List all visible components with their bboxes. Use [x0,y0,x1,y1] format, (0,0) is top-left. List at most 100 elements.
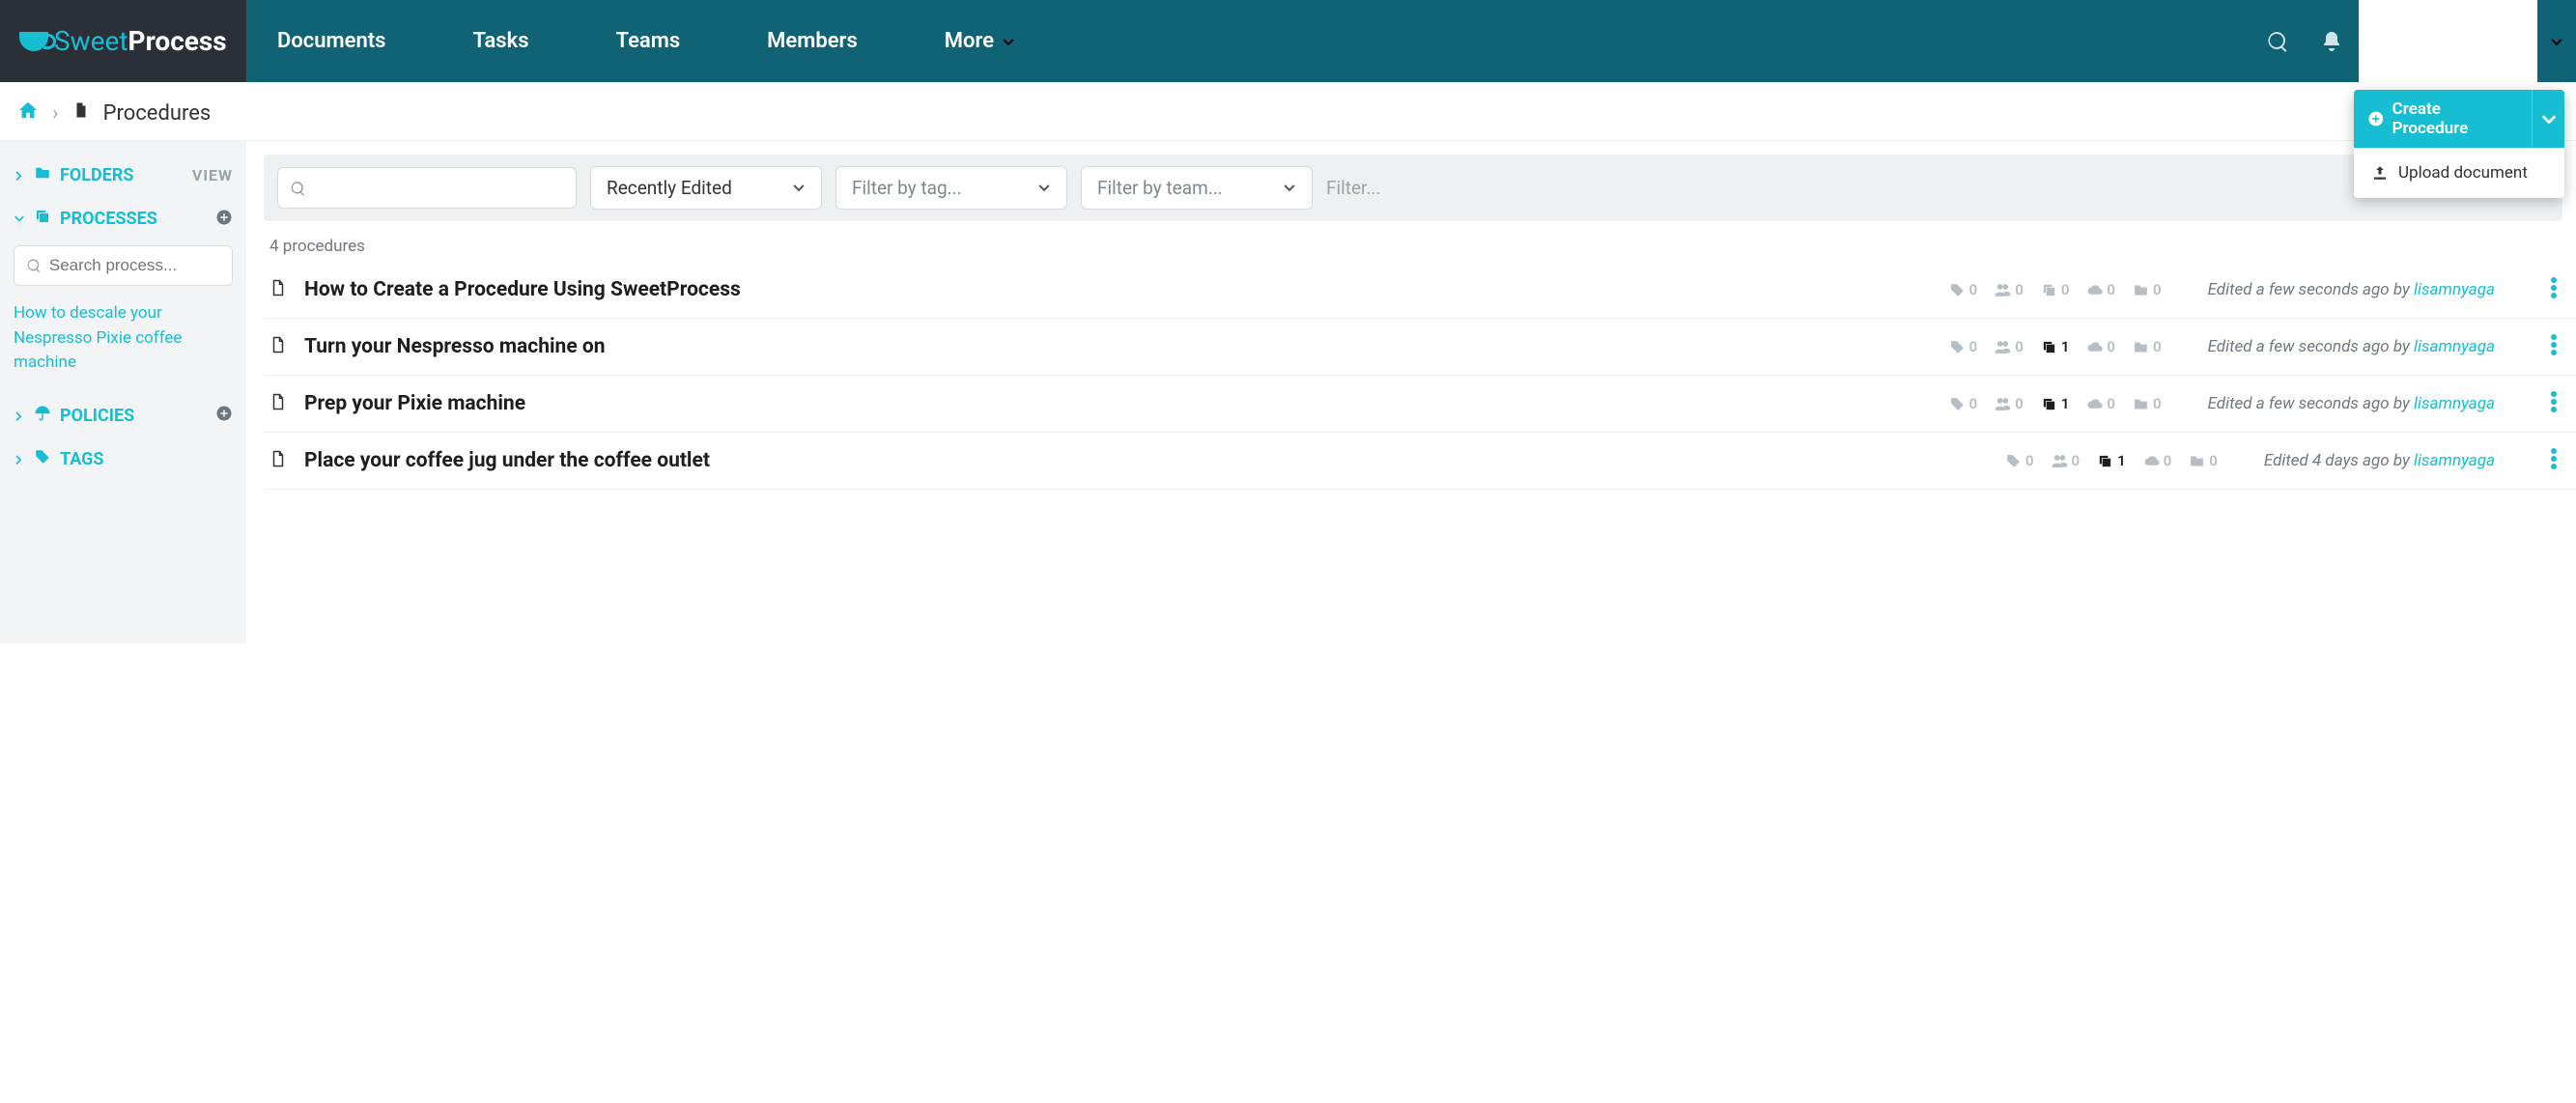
create-procedure-button[interactable]: Create Procedure [2354,90,2564,148]
row-menu-button[interactable] [2551,391,2557,416]
cloud-icon [2086,282,2103,298]
edited-user-link[interactable]: lisamnyaga [2414,394,2495,413]
search-icon [26,257,42,274]
sidebar-folders[interactable]: FOLDERS [14,164,133,186]
procedure-title[interactable]: Turn your Nespresso machine on [304,335,1932,358]
stat-folders[interactable]: 0 [2133,281,2162,298]
tag-filter-select[interactable]: Filter by tag... [835,166,1067,210]
procedure-title[interactable]: How to Create a Procedure Using SweetPro… [304,278,1932,301]
sidebar-folders-view[interactable]: VIEW [192,166,233,184]
procedure-title[interactable]: Prep your Pixie machine [304,392,1932,415]
upload-document-item[interactable]: Upload document [2354,148,2564,198]
brand-accent: Sweet [54,25,128,57]
kebab-icon [2551,334,2557,355]
row-menu-button[interactable] [2551,448,2557,473]
upload-document-label: Upload document [2398,163,2528,183]
caret-down-icon [2540,110,2558,127]
sidebar-processes[interactable]: PROCESSES [14,208,157,230]
sidebar: FOLDERS VIEW PROCESSES How to descale yo… [0,141,246,643]
row-menu-button[interactable] [2551,277,2557,302]
sidebar-search-input[interactable] [49,256,220,275]
sidebar-tags[interactable]: TAGS [14,448,104,470]
stat-folders[interactable]: 0 [2133,338,2162,355]
users-icon [1995,396,2011,412]
edited-user-link[interactable]: lisamnyaga [2414,451,2495,470]
stat-clouds[interactable]: 0 [2143,452,2172,469]
stat-tags[interactable]: 0 [1949,395,1978,412]
profile-slot[interactable] [2359,0,2537,82]
stat-copies[interactable]: 1 [2041,338,2070,355]
procedure-row: How to Create a Procedure Using SweetPro… [264,262,2576,319]
stat-folders[interactable]: 0 [2189,452,2218,469]
procedure-row: Turn your Nespresso machine on 0 0 1 0 0… [264,319,2576,376]
procedure-row: Place your coffee jug under the coffee o… [264,433,2576,490]
edited-user-link[interactable]: lisamnyaga [2414,280,2495,299]
sort-select[interactable]: Recently Edited [590,166,822,210]
stat-clouds[interactable]: 0 [2086,395,2115,412]
sidebar-policies[interactable]: POLICIES [14,405,134,427]
sidebar-policies-add[interactable] [215,405,233,426]
stat-copies[interactable]: 1 [2041,395,2070,412]
create-procedure-caret[interactable] [2532,90,2564,148]
nav-tasks[interactable]: Tasks [472,29,528,53]
stat-copies[interactable]: 0 [2041,281,2070,298]
chevron-down-icon [2550,35,2563,48]
main-columns: FOLDERS VIEW PROCESSES How to descale yo… [0,141,2576,643]
folder-icon [2133,396,2149,412]
bell-icon [2320,30,2343,53]
stat-clouds[interactable]: 0 [2086,281,2115,298]
tag-icon [1949,396,1966,412]
profile-caret[interactable] [2537,0,2576,82]
stat-folders[interactable]: 0 [2133,395,2162,412]
stat-tags[interactable]: 0 [1949,338,1978,355]
chevron-down-icon [14,212,25,224]
stat-members[interactable]: 0 [1995,395,2024,412]
sidebar-process-link[interactable]: How to descale your Nespresso Pixie coff… [14,301,233,376]
stat-tags[interactable]: 0 [1949,281,1978,298]
sidebar-processes-add[interactable] [215,209,233,230]
create-menu: Create Procedure Upload document [2354,90,2564,198]
nav-more[interactable]: More [945,29,1015,53]
stat-members[interactable]: 0 [1995,338,2024,355]
create-procedure-label: Create Procedure [2392,99,2518,138]
stat-clouds[interactable]: 0 [2086,338,2115,355]
stat-members[interactable]: 0 [1995,281,2024,298]
edited-label: Edited a few seconds ago by lisamnyaga [2208,280,2495,299]
nav-documents[interactable]: Documents [277,29,385,53]
search-button[interactable] [2250,0,2305,82]
filter-bar: Recently Edited Filter by tag... Filter … [264,155,2562,221]
sidebar-processes-row: PROCESSES [14,208,233,230]
stat-tags[interactable]: 0 [2005,452,2034,469]
folder-icon [2133,282,2149,298]
filter-truncated-label: Filter... [1326,177,1380,199]
search-icon [2266,30,2289,53]
copy-icon [2097,453,2113,469]
breadcrumb-separator: › [52,101,59,126]
stat-members[interactable]: 0 [2052,452,2081,469]
procedure-title[interactable]: Place your coffee jug under the coffee o… [304,449,1988,472]
copy-icon [2041,396,2057,412]
edited-label: Edited a few seconds ago by lisamnyaga [2208,394,2495,413]
nav-more-label: More [945,29,994,53]
cloud-icon [2086,396,2103,412]
filter-search[interactable] [277,167,577,209]
team-filter-select[interactable]: Filter by team... [1081,166,1313,210]
filter-truncated[interactable]: Filter... [1326,177,1413,199]
edited-user-link[interactable]: lisamnyaga [2414,337,2495,356]
nav-members[interactable]: Members [767,29,858,53]
breadcrumb-home[interactable] [17,99,39,127]
sidebar-tags-label: TAGS [60,449,104,469]
kebab-icon [2551,277,2557,298]
stat-copies[interactable]: 1 [2097,452,2126,469]
cloud-icon [2143,453,2160,469]
procedure-row: Prep your Pixie machine 0 0 1 0 0 Edited… [264,376,2576,433]
nav-teams[interactable]: Teams [616,29,681,53]
brand[interactable]: SweetProcess [0,0,246,82]
chevron-down-icon [792,181,806,194]
sidebar-search[interactable] [14,245,233,286]
row-menu-button[interactable] [2551,334,2557,359]
breadcrumb: › Procedures [17,99,211,127]
notifications-button[interactable] [2305,0,2359,82]
filter-search-input[interactable] [313,178,564,198]
plus-circle-icon [215,405,233,422]
